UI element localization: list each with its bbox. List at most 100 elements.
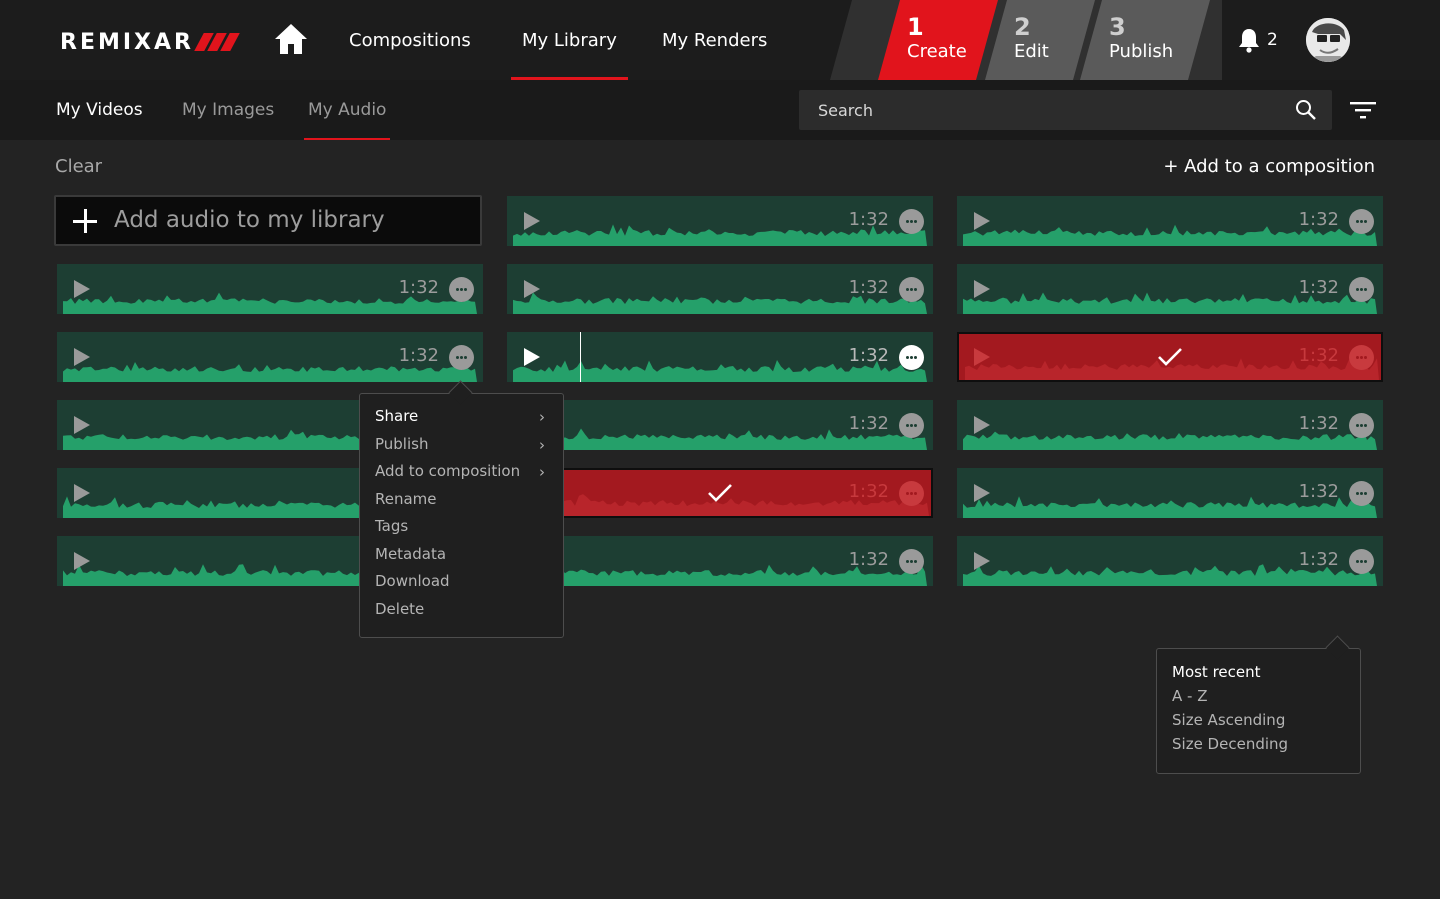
audio-track[interactable]: 1:32 — [507, 332, 933, 382]
sort-menu: Most recent A - Z Size Ascending Size De… — [1156, 648, 1361, 774]
more-options-icon[interactable] — [1349, 549, 1374, 574]
menu-item-label: Share — [375, 407, 419, 425]
menu-item-rename[interactable]: Rename — [375, 490, 547, 514]
audio-track[interactable]: 1:32 — [957, 536, 1383, 586]
menu-item-label: Add to composition — [375, 462, 521, 480]
checkmark-icon — [1158, 348, 1182, 366]
step-label: Publish — [1109, 41, 1174, 62]
audio-track-selected[interactable]: 1:32 — [507, 468, 933, 518]
sort-a-z[interactable]: A - Z — [1172, 687, 1208, 705]
filter-sort-icon[interactable] — [1350, 101, 1376, 119]
tab-my-audio[interactable]: My Audio — [303, 80, 391, 140]
play-icon[interactable] — [74, 280, 90, 298]
track-duration: 1:32 — [1298, 549, 1339, 570]
step-create[interactable]: 1 Create — [878, 0, 998, 80]
play-icon[interactable] — [74, 484, 90, 502]
nav-compositions[interactable]: Compositions — [349, 0, 471, 80]
audio-track[interactable]: 1:32 — [957, 468, 1383, 518]
step-edit[interactable]: 2 Edit — [985, 0, 1095, 80]
track-duration: 1:32 — [398, 345, 439, 366]
play-icon[interactable] — [974, 280, 990, 298]
top-navigation-bar: REMIXAR Compositions My Library My Rende… — [0, 0, 1440, 80]
checkmark-icon — [708, 484, 732, 502]
nav-my-library[interactable]: My Library — [511, 0, 628, 80]
avatar-face-icon — [1306, 18, 1350, 62]
play-icon[interactable] — [524, 280, 540, 298]
play-icon[interactable] — [524, 348, 540, 366]
audio-track-selected[interactable]: 1:32 — [957, 332, 1383, 382]
track-context-menu: Share › Publish › Add to composition › R… — [359, 393, 564, 638]
track-duration: 1:32 — [1298, 345, 1339, 366]
play-icon[interactable] — [974, 416, 990, 434]
plus-icon — [72, 208, 98, 234]
more-options-icon[interactable] — [899, 549, 924, 574]
menu-item-label: Publish — [375, 435, 429, 453]
play-icon[interactable] — [974, 552, 990, 570]
audio-track[interactable]: 1:32 — [507, 196, 933, 246]
audio-track[interactable]: 1:32 — [507, 264, 933, 314]
play-icon[interactable] — [974, 484, 990, 502]
sort-most-recent[interactable]: Most recent — [1172, 663, 1261, 681]
more-options-icon[interactable] — [1349, 345, 1374, 370]
audio-track[interactable]: 1:32 — [957, 196, 1383, 246]
notification-count: 2 — [1267, 30, 1278, 50]
play-icon[interactable] — [74, 348, 90, 366]
more-options-icon[interactable] — [449, 345, 474, 370]
sort-size-ascending[interactable]: Size Ascending — [1172, 711, 1285, 729]
more-options-icon[interactable] — [449, 277, 474, 302]
step-publish[interactable]: 3 Publish — [1080, 0, 1210, 80]
menu-item-delete[interactable]: Delete — [375, 600, 547, 624]
play-icon[interactable] — [74, 552, 90, 570]
more-options-icon[interactable] — [1349, 209, 1374, 234]
menu-item-share[interactable]: Share › — [375, 407, 547, 431]
search-icon[interactable] — [1295, 99, 1317, 121]
audio-track[interactable]: 1:32 — [957, 264, 1383, 314]
clear-selection-button[interactable]: Clear — [55, 156, 102, 177]
tab-my-images[interactable]: My Images — [182, 80, 274, 140]
more-options-icon[interactable] — [899, 413, 924, 438]
step-number: 3 — [1109, 13, 1126, 41]
search-input[interactable] — [799, 90, 1279, 130]
search-box — [799, 90, 1332, 130]
logo-text: REMIXAR — [60, 29, 194, 55]
play-icon[interactable] — [974, 212, 990, 230]
track-duration: 1:32 — [1298, 277, 1339, 298]
more-options-icon[interactable] — [1349, 413, 1374, 438]
add-to-composition-button[interactable]: + Add to a composition — [1163, 156, 1375, 177]
remixar-logo[interactable]: REMIXAR — [60, 29, 240, 55]
tab-my-videos[interactable]: My Videos — [56, 80, 143, 140]
nav-my-renders[interactable]: My Renders — [662, 0, 767, 80]
menu-item-publish[interactable]: Publish › — [375, 435, 547, 459]
notification-bell-icon[interactable] — [1237, 27, 1261, 53]
menu-item-metadata[interactable]: Metadata — [375, 545, 547, 569]
audio-track[interactable]: 1:32 — [57, 264, 483, 314]
user-avatar[interactable] — [1306, 18, 1350, 62]
more-options-icon[interactable] — [899, 481, 924, 506]
track-duration: 1:32 — [848, 277, 889, 298]
add-audio-button[interactable]: Add audio to my library — [54, 195, 482, 246]
logo-slashes-icon — [194, 33, 240, 51]
play-icon[interactable] — [974, 348, 990, 366]
audio-track[interactable]: 1:32 — [507, 536, 933, 586]
menu-item-download[interactable]: Download — [375, 572, 547, 596]
audio-track[interactable]: 1:32 — [57, 332, 483, 382]
more-options-icon[interactable] — [899, 209, 924, 234]
more-options-icon[interactable] — [1349, 277, 1374, 302]
step-number: 2 — [1014, 13, 1031, 41]
menu-item-tags[interactable]: Tags — [375, 517, 547, 541]
library-sub-navigation: My Videos My Images My Audio — [0, 80, 1440, 140]
sort-size-descending[interactable]: Size Decending — [1172, 735, 1288, 753]
chevron-right-icon: › — [539, 408, 545, 426]
audio-track[interactable]: 1:32 — [957, 400, 1383, 450]
play-icon[interactable] — [74, 416, 90, 434]
home-icon[interactable] — [273, 22, 309, 56]
more-options-icon[interactable] — [899, 345, 924, 370]
more-options-icon[interactable] — [1349, 481, 1374, 506]
audio-track[interactable]: 1:32 — [507, 400, 933, 450]
playhead[interactable] — [580, 332, 581, 382]
more-options-icon[interactable] — [899, 277, 924, 302]
track-duration: 1:32 — [848, 345, 889, 366]
menu-item-add-to-composition[interactable]: Add to composition › — [375, 462, 547, 486]
step-label: Create — [907, 41, 967, 62]
play-icon[interactable] — [524, 212, 540, 230]
